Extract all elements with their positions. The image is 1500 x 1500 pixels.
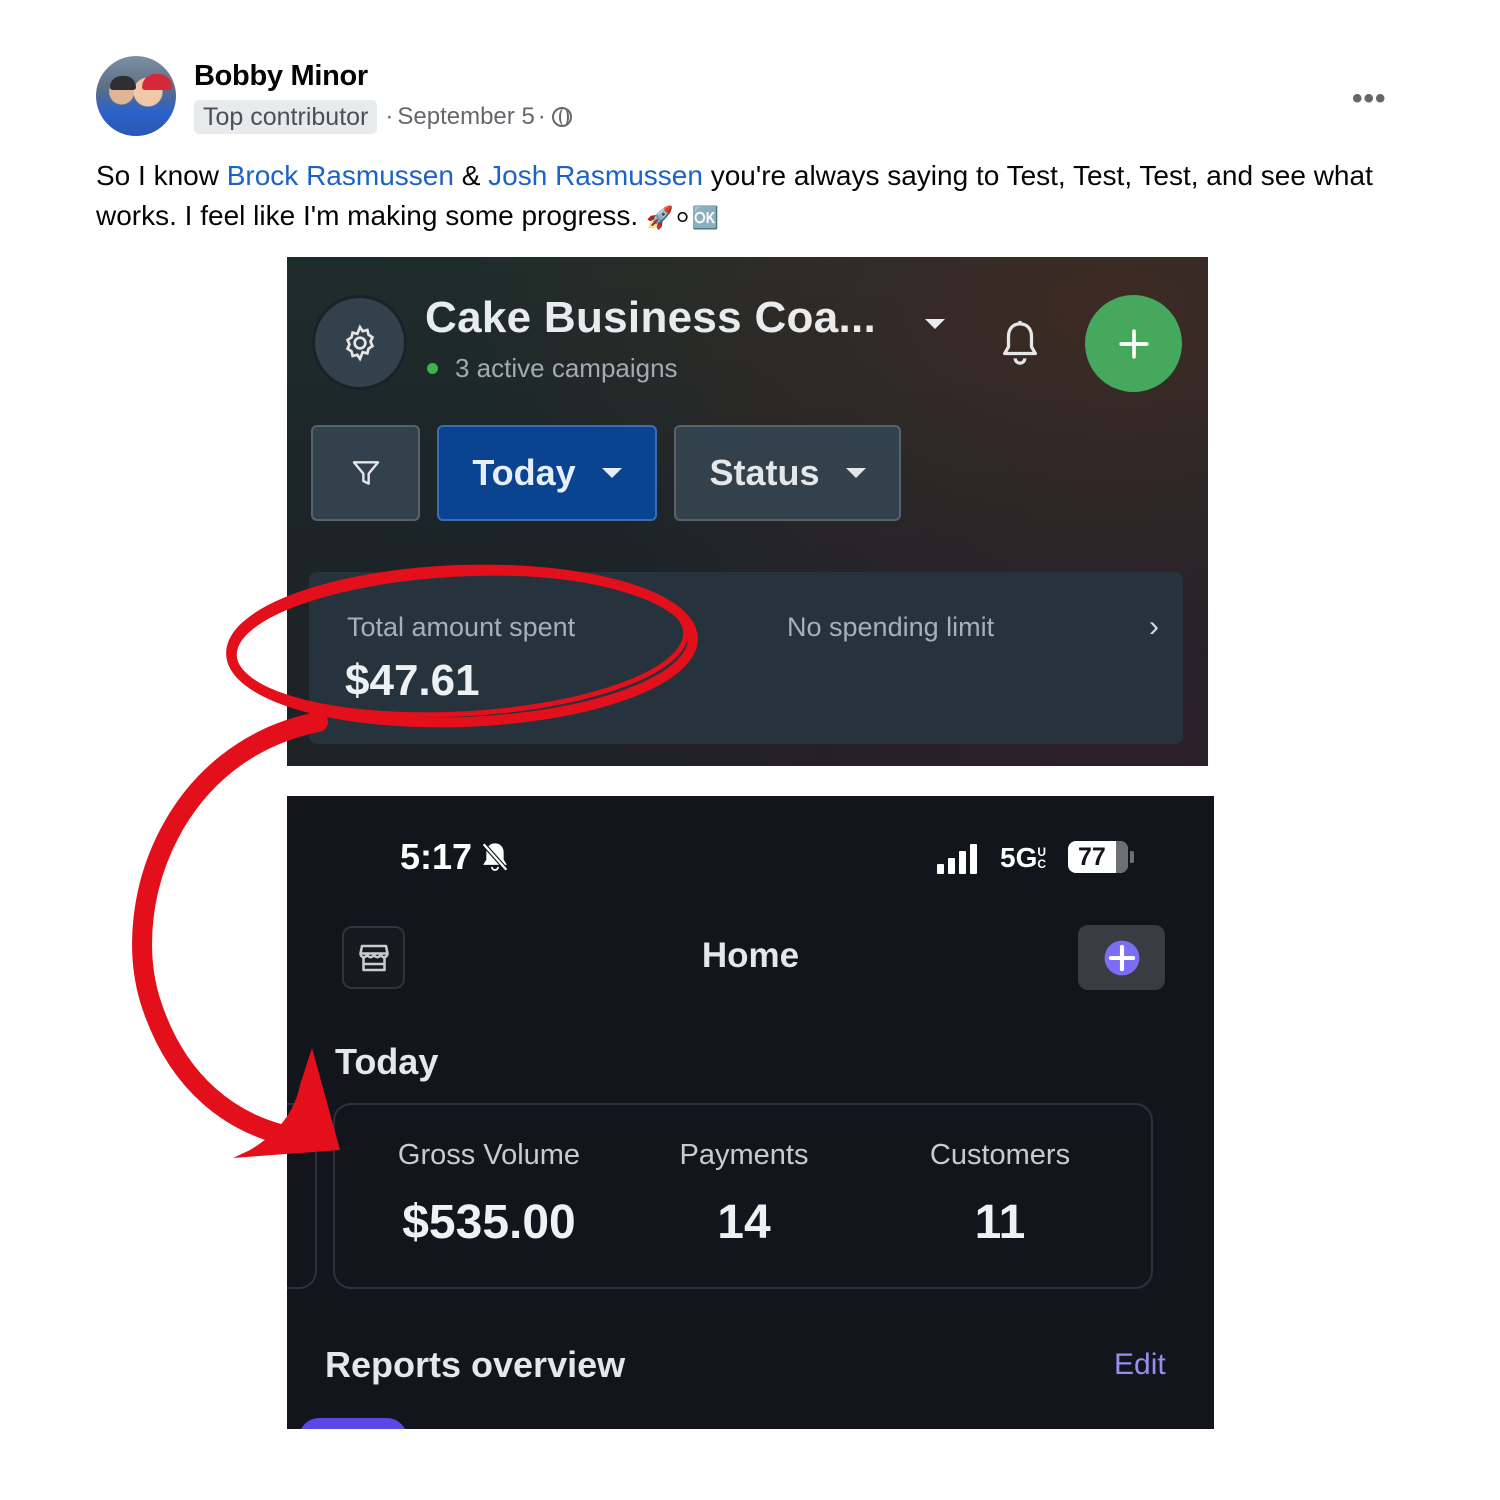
date-filter-today[interactable]: Today bbox=[437, 425, 657, 521]
stat-value: 11 bbox=[974, 1196, 1026, 1249]
battery-level: 77 bbox=[1078, 842, 1106, 871]
total-spent-value: $47.61 bbox=[345, 656, 480, 705]
meta-separator: · bbox=[385, 103, 394, 130]
spend-card[interactable]: Total amount spent $47.61 No spending li… bbox=[309, 572, 1183, 744]
chevron-down-icon bbox=[601, 468, 622, 478]
reports-overview-heading: Reports overview bbox=[325, 1344, 626, 1385]
mention-brock[interactable]: Brock Rasmussen bbox=[227, 160, 454, 191]
status-filter-label: Status bbox=[709, 452, 820, 493]
mention-josh[interactable]: Josh Rasmussen bbox=[488, 160, 703, 191]
plus-icon bbox=[1118, 328, 1149, 359]
today-stats-card[interactable]: Gross Volume $535.00 Payments 14 Custome… bbox=[333, 1103, 1153, 1289]
status-filter[interactable]: Status bbox=[674, 425, 901, 521]
date-filter-label: Today bbox=[472, 452, 576, 493]
network-label: 5GUC bbox=[1000, 842, 1047, 874]
account-name[interactable]: Cake Business Coa... bbox=[425, 293, 876, 343]
post-text-part-1: So I know bbox=[96, 160, 227, 191]
chevron-down-icon[interactable] bbox=[925, 319, 945, 329]
gear-icon bbox=[345, 323, 374, 362]
stat-label: Gross Volume bbox=[397, 1139, 581, 1171]
post-text: So I know Brock Rasmussen & Josh Rasmuss… bbox=[96, 156, 1396, 238]
battery-icon: 77 bbox=[1068, 841, 1128, 873]
chevron-right-icon[interactable]: › bbox=[1149, 610, 1159, 644]
ads-manager-screenshot: Cake Business Coa... 3 active campaigns … bbox=[287, 257, 1208, 766]
active-campaigns-text: 3 active campaigns bbox=[455, 353, 678, 383]
post-text-part-2: & bbox=[453, 160, 489, 191]
post-emojis: 🚀⚪🆗 bbox=[645, 205, 720, 230]
network-suffix: UC bbox=[1037, 845, 1047, 871]
avatar-cap-dark bbox=[110, 76, 136, 90]
post-meta: Top contributor · September 5 · bbox=[194, 100, 572, 134]
payments-app-screenshot: 5:17 5GUC 77 Home Today Gross Volume $53… bbox=[287, 796, 1214, 1429]
signal-icon bbox=[937, 844, 977, 874]
spending-limit-label: No spending limit bbox=[787, 612, 995, 642]
post-date[interactable]: September 5 bbox=[397, 103, 534, 131]
author-name[interactable]: Bobby Minor bbox=[194, 60, 368, 93]
battery-empty-fill bbox=[1116, 841, 1128, 873]
bell-icon[interactable] bbox=[997, 317, 1043, 369]
more-icon[interactable]: ••• bbox=[1352, 82, 1387, 116]
battery-nub bbox=[1130, 851, 1134, 863]
bell-slash-icon bbox=[482, 842, 509, 872]
network-type: 5G bbox=[1000, 842, 1038, 873]
create-button[interactable] bbox=[1085, 295, 1182, 392]
new-button[interactable] bbox=[1078, 925, 1165, 990]
settings-button[interactable] bbox=[312, 295, 407, 390]
globe-icon bbox=[551, 107, 572, 127]
avatar[interactable] bbox=[96, 56, 176, 136]
total-spent-label: Total amount spent bbox=[347, 612, 576, 642]
avatar-cap-red bbox=[142, 74, 172, 90]
stat-label: Payments bbox=[679, 1139, 809, 1171]
page-title: Home bbox=[701, 936, 800, 975]
status-time: 5:17 bbox=[400, 836, 512, 878]
active-status-dot bbox=[427, 363, 438, 374]
stat-label: Customers bbox=[929, 1139, 1071, 1171]
status-time-text: 5:17 bbox=[400, 836, 473, 877]
report-chip-peek[interactable] bbox=[299, 1418, 407, 1429]
previous-card-edge[interactable] bbox=[287, 1103, 317, 1289]
today-heading: Today bbox=[335, 1041, 439, 1082]
stat-value: $535.00 bbox=[402, 1196, 576, 1249]
meta-separator-2: · bbox=[537, 103, 546, 130]
plus-circle-icon bbox=[1104, 940, 1139, 975]
chevron-down-icon bbox=[845, 468, 866, 478]
filter-button[interactable] bbox=[311, 425, 420, 521]
stat-value: 14 bbox=[717, 1196, 771, 1249]
filter-icon bbox=[352, 461, 379, 485]
edit-reports-link[interactable]: Edit bbox=[1114, 1348, 1166, 1382]
top-contributor-badge[interactable]: Top contributor bbox=[194, 100, 378, 134]
